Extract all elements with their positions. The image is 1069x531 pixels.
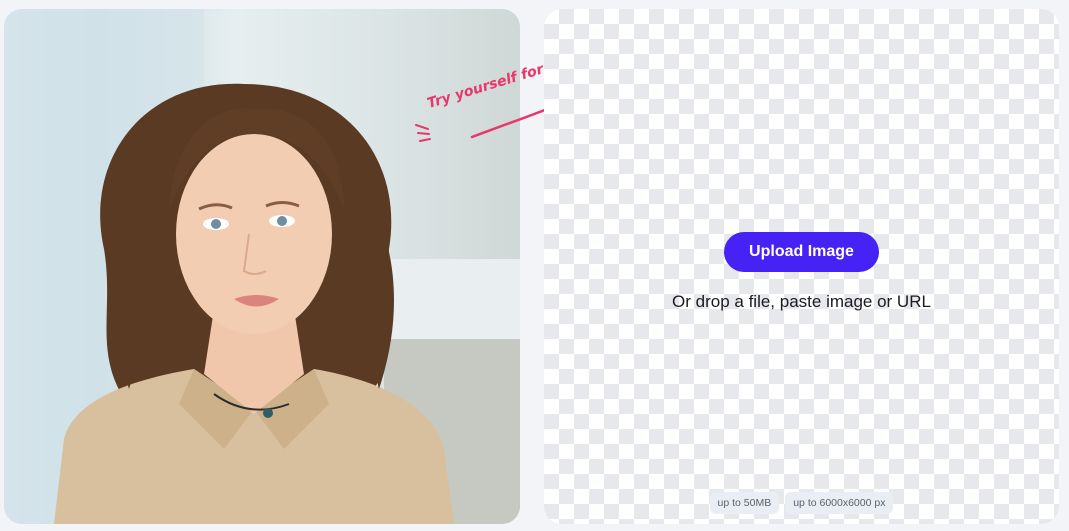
upload-image-button[interactable]: Upload Image <box>724 232 879 272</box>
drop-hint: Or drop a file, paste image or URL <box>672 292 931 311</box>
size-limit-badge: up to 50MB <box>709 492 780 514</box>
upload-limits: up to 50MB up to 6000x6000 px <box>544 492 1059 514</box>
resolution-limit-badge: up to 6000x6000 px <box>785 492 894 514</box>
upload-dropzone[interactable]: Upload Image Or drop a file, paste image… <box>544 9 1059 524</box>
